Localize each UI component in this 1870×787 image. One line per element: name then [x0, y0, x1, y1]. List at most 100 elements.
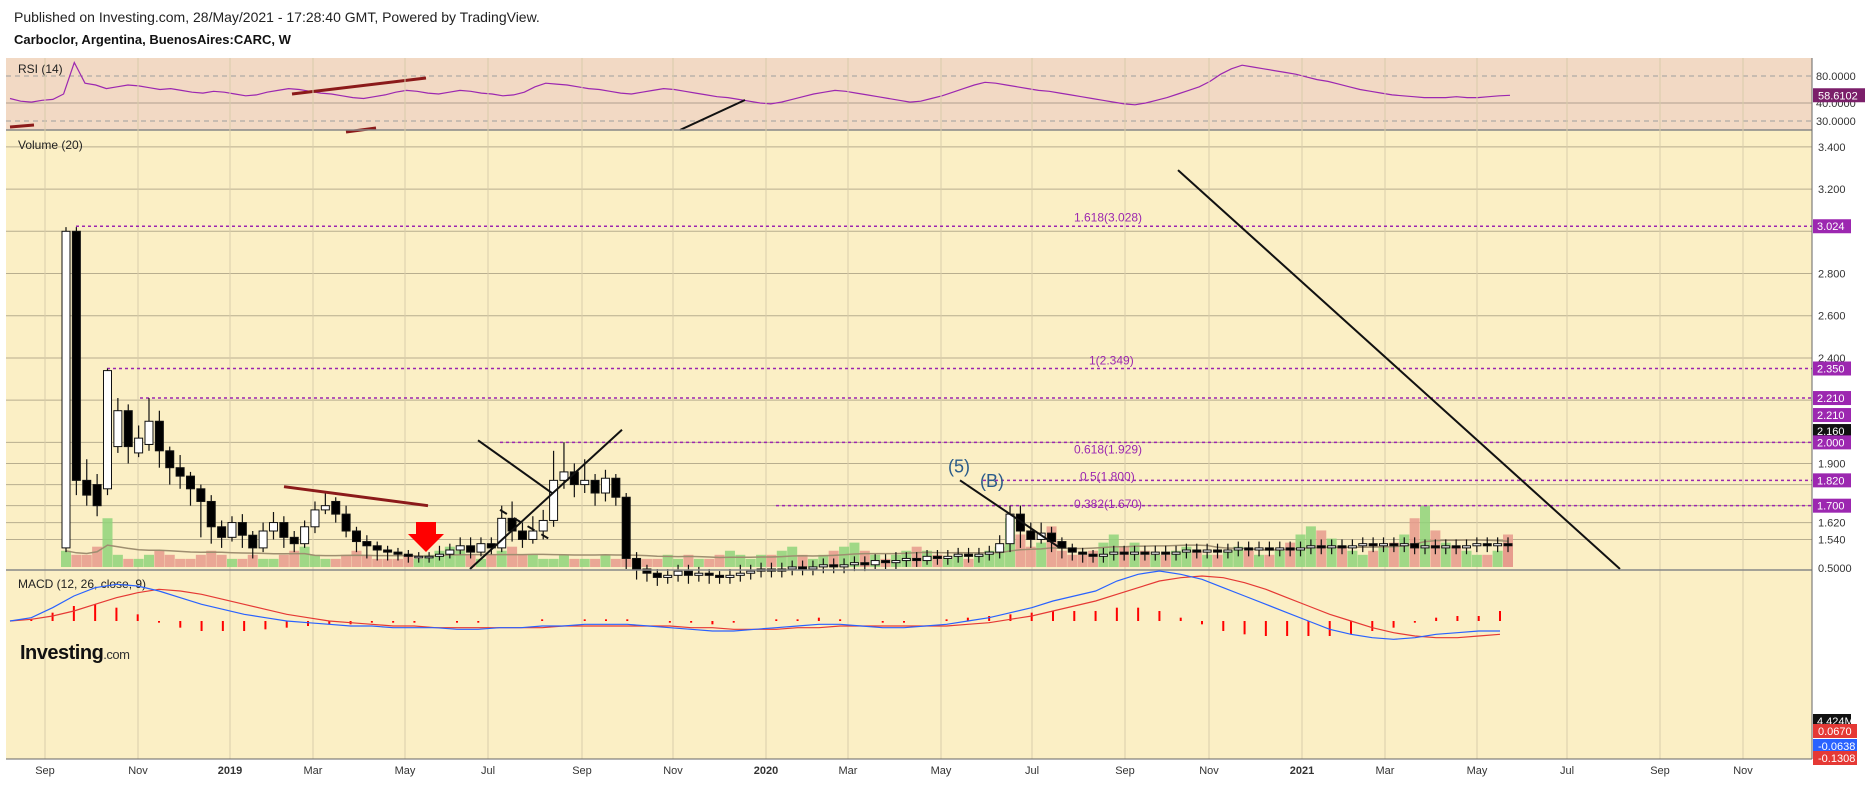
candle-body	[1316, 545, 1326, 549]
candle-body	[632, 557, 642, 570]
candle-body	[984, 551, 994, 555]
rsi-trendline	[9, 123, 35, 129]
candle-body	[268, 522, 278, 532]
chart-header: Published on Investing.com, 28/May/2021 …	[0, 0, 1870, 58]
volume-bar	[538, 558, 549, 567]
candle-body	[455, 545, 465, 551]
volume-bar	[330, 558, 341, 567]
candle-body	[196, 488, 206, 502]
fib-label: 1.618(3.028)	[1074, 210, 1142, 224]
volume-bar	[61, 550, 71, 567]
candle-body	[1254, 547, 1264, 551]
candle-body	[403, 553, 413, 557]
candle-body	[300, 526, 310, 545]
volume-bar	[652, 558, 663, 567]
fib-label: 0.5(1.800)	[1080, 470, 1135, 484]
candle-body	[113, 410, 123, 448]
price-tick-label: 2.600	[1818, 311, 1846, 323]
candle-body	[248, 534, 258, 549]
price-tick-label: 1.540	[1818, 534, 1846, 546]
candle-body	[1161, 551, 1171, 555]
candle-body	[175, 467, 185, 477]
volume-bar	[175, 558, 186, 567]
time-tick-label: Sep	[35, 765, 55, 777]
price-level-label: 3.024	[1817, 221, 1845, 233]
price-level-label: 1.700	[1817, 501, 1845, 513]
volume-bar	[299, 546, 310, 567]
candle-body	[1482, 543, 1492, 547]
candle-body	[1244, 547, 1254, 551]
candle-body	[289, 536, 299, 545]
candle-body	[1192, 549, 1202, 553]
candle-body	[1130, 551, 1140, 555]
candle-body	[237, 522, 247, 536]
investing-logo: Investing.com	[20, 642, 130, 664]
candle-body	[694, 572, 704, 576]
volume-bar	[226, 558, 237, 567]
time-tick-label: Nov	[128, 765, 148, 777]
candle-body	[1347, 545, 1357, 549]
time-tick-label: Jul	[481, 765, 495, 777]
rsi-pane: RSI (14)	[6, 58, 1812, 134]
candle-body	[715, 574, 725, 578]
candle-body	[1337, 545, 1347, 549]
volume-bar	[309, 554, 320, 567]
candle-body	[1472, 543, 1482, 547]
candle-body	[600, 477, 610, 494]
time-tick-label: Nov	[1733, 765, 1753, 777]
candle-body	[1150, 551, 1160, 555]
price-level-label: 2.350	[1817, 363, 1845, 375]
candle-body	[735, 572, 745, 576]
candle-body	[217, 526, 227, 538]
candle-body	[1026, 530, 1036, 540]
volume-bar	[1254, 554, 1265, 567]
candle-body	[310, 509, 320, 528]
time-tick-label: 2019	[218, 765, 242, 777]
candle-body	[1430, 545, 1440, 549]
price-chart[interactable]: RSI (14) Volume (20) 1.618(3.028) 1(2.349…	[0, 58, 1870, 787]
volume-bar	[143, 554, 154, 567]
candle-body	[341, 513, 351, 532]
time-tick-label: May	[1467, 765, 1488, 777]
volume-bar	[517, 554, 528, 567]
volume-bar	[237, 558, 248, 567]
candle-body	[1233, 547, 1243, 551]
price-tick-label: 3.200	[1818, 184, 1846, 196]
candle-body	[974, 553, 984, 557]
candle-body	[621, 496, 631, 559]
volume-bar	[81, 554, 92, 567]
candle-body	[1296, 547, 1306, 551]
candle-body	[901, 557, 911, 562]
candle-body	[476, 543, 486, 553]
candle-body	[829, 564, 839, 568]
candle-body	[860, 562, 870, 566]
price-tick-label: 2.800	[1818, 269, 1846, 281]
candle-body	[1368, 543, 1378, 547]
time-tick-label: May	[395, 765, 416, 777]
macd-label: MACD (12, 26, close, 9)	[18, 577, 146, 591]
candle-body	[1078, 551, 1088, 555]
symbol-title: Carboclor, Argentina, BuenosAires:CARC, …	[14, 32, 291, 47]
volume-bar	[496, 550, 507, 567]
candle-body	[362, 541, 372, 547]
candle-body	[1358, 543, 1368, 547]
wave-label: (5)	[948, 456, 970, 476]
time-tick-label: Sep	[1115, 765, 1135, 777]
candle-body	[1005, 513, 1015, 545]
price-level-label: 1.820	[1817, 475, 1845, 487]
fib-label: 0.618(1.929)	[1074, 442, 1142, 456]
candle-body	[953, 553, 963, 557]
time-tick-label: Sep	[1650, 765, 1670, 777]
volume-bar	[278, 554, 289, 567]
volume-label: Volume (20)	[18, 138, 83, 152]
rsi-band	[6, 58, 1812, 130]
published-text: Published on Investing.com, 28/May/2021 …	[14, 9, 540, 25]
candle-body	[704, 572, 714, 576]
volume-bar	[1471, 554, 1482, 567]
volume-bar	[548, 558, 559, 567]
candle-body	[590, 479, 600, 494]
time-tick-label: Sep	[572, 765, 592, 777]
candle-body	[1223, 549, 1233, 553]
candle-body	[932, 555, 942, 559]
candle-body	[1285, 547, 1295, 551]
